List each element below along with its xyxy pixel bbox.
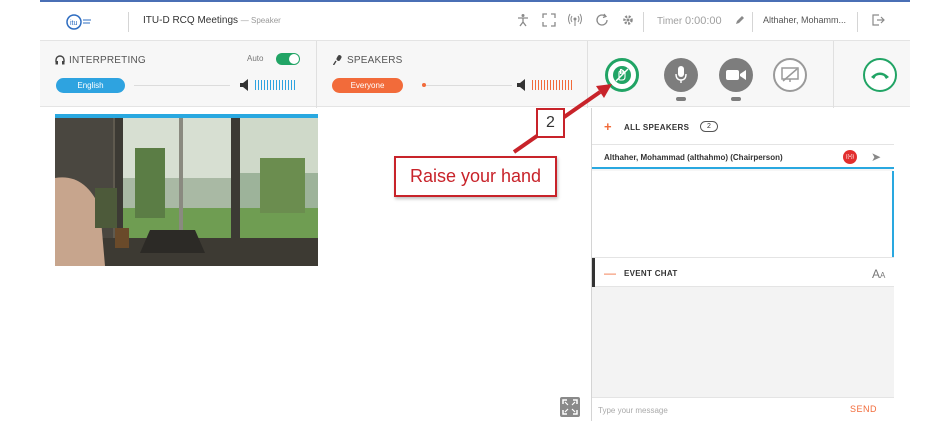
microphone-button[interactable] — [664, 58, 698, 92]
language-select[interactable]: English — [56, 78, 125, 93]
microphone-small-icon — [333, 55, 342, 65]
logout-icon[interactable] — [870, 13, 886, 29]
screen-share-button[interactable] — [773, 58, 807, 92]
expand-plus-icon[interactable]: + — [604, 119, 612, 134]
raise-hand-button[interactable] — [605, 58, 639, 92]
camera-button[interactable] — [719, 58, 753, 92]
expand-icon — [562, 399, 578, 415]
chat-header[interactable]: — EVENT CHAT AA — [592, 257, 894, 288]
svg-text:itu: itu — [70, 20, 78, 27]
timer-value: 0:00:00 — [684, 15, 722, 27]
volume-icon[interactable] — [240, 79, 250, 91]
meeting-title: ITU-D RCQ Meetings — Speaker — [143, 15, 281, 26]
audience-select[interactable]: Everyone — [332, 78, 403, 93]
screen-share-icon — [781, 67, 799, 82]
font-size-icon[interactable]: AA — [872, 267, 885, 281]
speakers-header[interactable]: + ALL SPEAKERS 2 — [592, 108, 894, 145]
edit-icon[interactable] — [732, 13, 748, 29]
interpreting-slider[interactable] — [134, 85, 230, 86]
annotation-step-number: 2 — [536, 108, 565, 138]
auto-toggle[interactable] — [276, 53, 300, 65]
meeting-role: — Speaker — [240, 16, 281, 25]
phone-hangup-icon — [871, 72, 889, 79]
meeting-title-text: ITU-D RCQ Meetings — [143, 15, 239, 26]
hang-up-button[interactable] — [863, 58, 897, 92]
timer: Timer 0:00:00 — [657, 15, 722, 27]
fullscreen-icon[interactable] — [541, 13, 557, 29]
speakers-slider[interactable] — [426, 85, 512, 86]
settings-icon[interactable] — [620, 13, 636, 29]
speakers-title: ALL SPEAKERS — [624, 123, 690, 132]
send-arrow-icon[interactable]: ➤ — [871, 150, 881, 164]
speakers-volume-bars[interactable] — [532, 80, 572, 90]
video-frame-image — [55, 118, 318, 266]
hand-icon — [613, 66, 631, 84]
speakers-list-area — [592, 171, 894, 257]
user-name[interactable]: Althaher, Mohamm... — [763, 15, 855, 25]
annotation-callout: Raise your hand — [394, 156, 557, 197]
accessibility-icon[interactable] — [515, 13, 531, 29]
speaker-list-item[interactable]: Althaher, Mohammad (althahmo) (Chairpers… — [592, 145, 894, 169]
speakers-volume-icon[interactable] — [517, 79, 527, 91]
microphone-options[interactable] — [676, 97, 686, 101]
speakers-label: SPEAKERS — [347, 55, 403, 66]
control-bar: INTERPRETING Auto English SPEAKERS Every… — [40, 40, 910, 108]
speaker-name: Althaher, Mohammad (althahmo) (Chairpers… — [604, 153, 783, 162]
camera-options[interactable] — [731, 97, 741, 101]
chat-title: EVENT CHAT — [624, 269, 678, 278]
live-audio-icon: ((•)) — [843, 150, 857, 164]
auto-label: Auto — [247, 54, 264, 63]
expand-button[interactable] — [560, 397, 580, 417]
chat-message-input[interactable] — [598, 402, 838, 418]
interpreting-label: INTERPRETING — [69, 55, 146, 66]
camera-icon — [726, 70, 746, 80]
itu-logo: itu — [66, 14, 91, 30]
timer-label: Timer — [657, 16, 683, 27]
send-button[interactable]: SEND — [850, 404, 877, 414]
refresh-icon[interactable] — [594, 13, 610, 29]
chat-messages — [592, 287, 894, 397]
headphones-icon — [55, 55, 65, 65]
broadcast-icon[interactable] — [567, 13, 583, 29]
interpreting-volume-bars[interactable] — [255, 80, 295, 90]
collapse-minus-icon[interactable]: — — [604, 266, 616, 280]
speakers-count-badge: 2 — [700, 121, 718, 132]
participant-video[interactable] — [55, 118, 318, 266]
side-panel: + ALL SPEAKERS 2 Althaher, Mohammad (alt… — [591, 108, 894, 421]
microphone-icon — [675, 66, 687, 83]
chat-input-row: SEND — [592, 397, 894, 421]
top-bar: itu ITU-D RCQ Meetings — Speaker Timer 0… — [40, 0, 910, 40]
